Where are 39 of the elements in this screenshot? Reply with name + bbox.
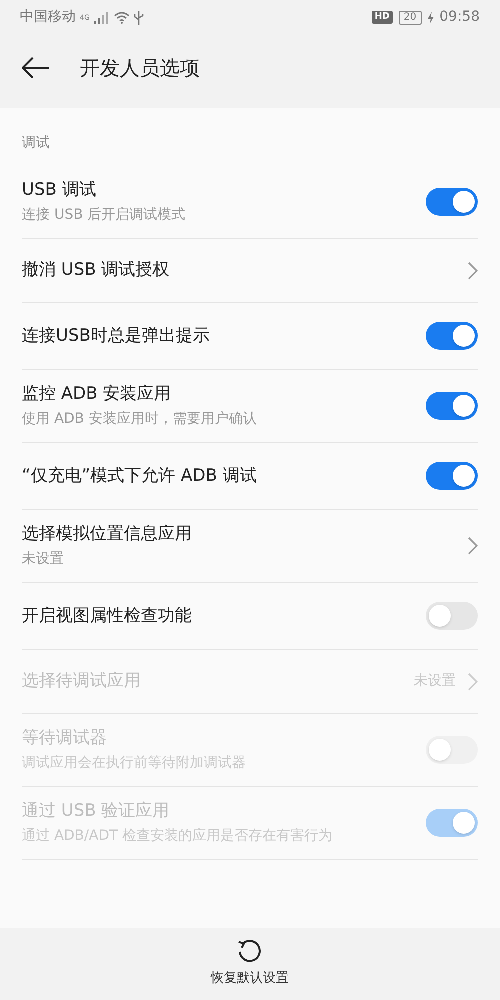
carrier-name: 中国移动 bbox=[20, 8, 76, 27]
settings-row[interactable]: 开启视图属性检查功能 bbox=[22, 583, 478, 650]
toggle-switch[interactable] bbox=[426, 602, 478, 630]
row-subtitle: 连接 USB 后开启调试模式 bbox=[22, 206, 187, 225]
settings-row[interactable]: “仅充电”模式下允许 ADB 调试 bbox=[22, 443, 478, 510]
row-title: 监控 ADB 安装应用 bbox=[22, 383, 172, 406]
battery-level: 20 bbox=[398, 10, 422, 24]
row-title: 通过 USB 验证应用 bbox=[22, 800, 171, 823]
row-subtitle: 未设置 bbox=[22, 550, 65, 569]
row-title: 选择模拟位置信息应用 bbox=[22, 523, 193, 546]
row-title: 撤消 USB 调试授权 bbox=[22, 259, 171, 282]
chevron-right-icon bbox=[468, 672, 478, 690]
back-arrow-icon[interactable] bbox=[22, 56, 50, 78]
toggle-switch[interactable] bbox=[426, 322, 478, 350]
wifi-icon bbox=[114, 12, 130, 24]
hd-badge: HD bbox=[372, 10, 393, 24]
row-title: 连接USB时总是弹出提示 bbox=[22, 324, 211, 348]
settings-row[interactable]: 撤消 USB 调试授权 bbox=[22, 239, 478, 303]
restore-defaults-button[interactable]: 恢复默认设置 bbox=[211, 939, 289, 989]
clock-time: 09:58 bbox=[440, 8, 480, 27]
signal-icon bbox=[94, 12, 110, 24]
section-header: 调试 bbox=[22, 134, 51, 153]
chevron-right-icon bbox=[468, 262, 478, 280]
toggle-switch[interactable] bbox=[426, 188, 478, 216]
toggle-switch[interactable] bbox=[426, 392, 478, 420]
chevron-right-icon bbox=[468, 537, 478, 555]
toggle-switch[interactable] bbox=[426, 462, 478, 490]
page-title: 开发人员选项 bbox=[80, 54, 200, 82]
row-title: USB 调试 bbox=[22, 179, 98, 202]
settings-row[interactable]: 选择模拟位置信息应用 未设置 bbox=[22, 510, 478, 583]
row-title: 选择待调试应用 bbox=[22, 670, 142, 693]
usb-icon bbox=[134, 10, 144, 24]
row-subtitle: 使用 ADB 安装应用时，需要用户确认 bbox=[22, 410, 258, 429]
row-title: “仅充电”模式下允许 ADB 调试 bbox=[22, 464, 258, 488]
row-title: 开启视图属性检查功能 bbox=[22, 604, 193, 628]
settings-row[interactable]: 连接USB时总是弹出提示 bbox=[22, 303, 478, 370]
row-title: 等待调试器 bbox=[22, 727, 108, 750]
settings-row[interactable]: USB 调试 连接 USB 后开启调试模式 bbox=[22, 166, 478, 239]
settings-row[interactable]: 监控 ADB 安装应用 使用 ADB 安装应用时，需要用户确认 bbox=[22, 370, 478, 443]
